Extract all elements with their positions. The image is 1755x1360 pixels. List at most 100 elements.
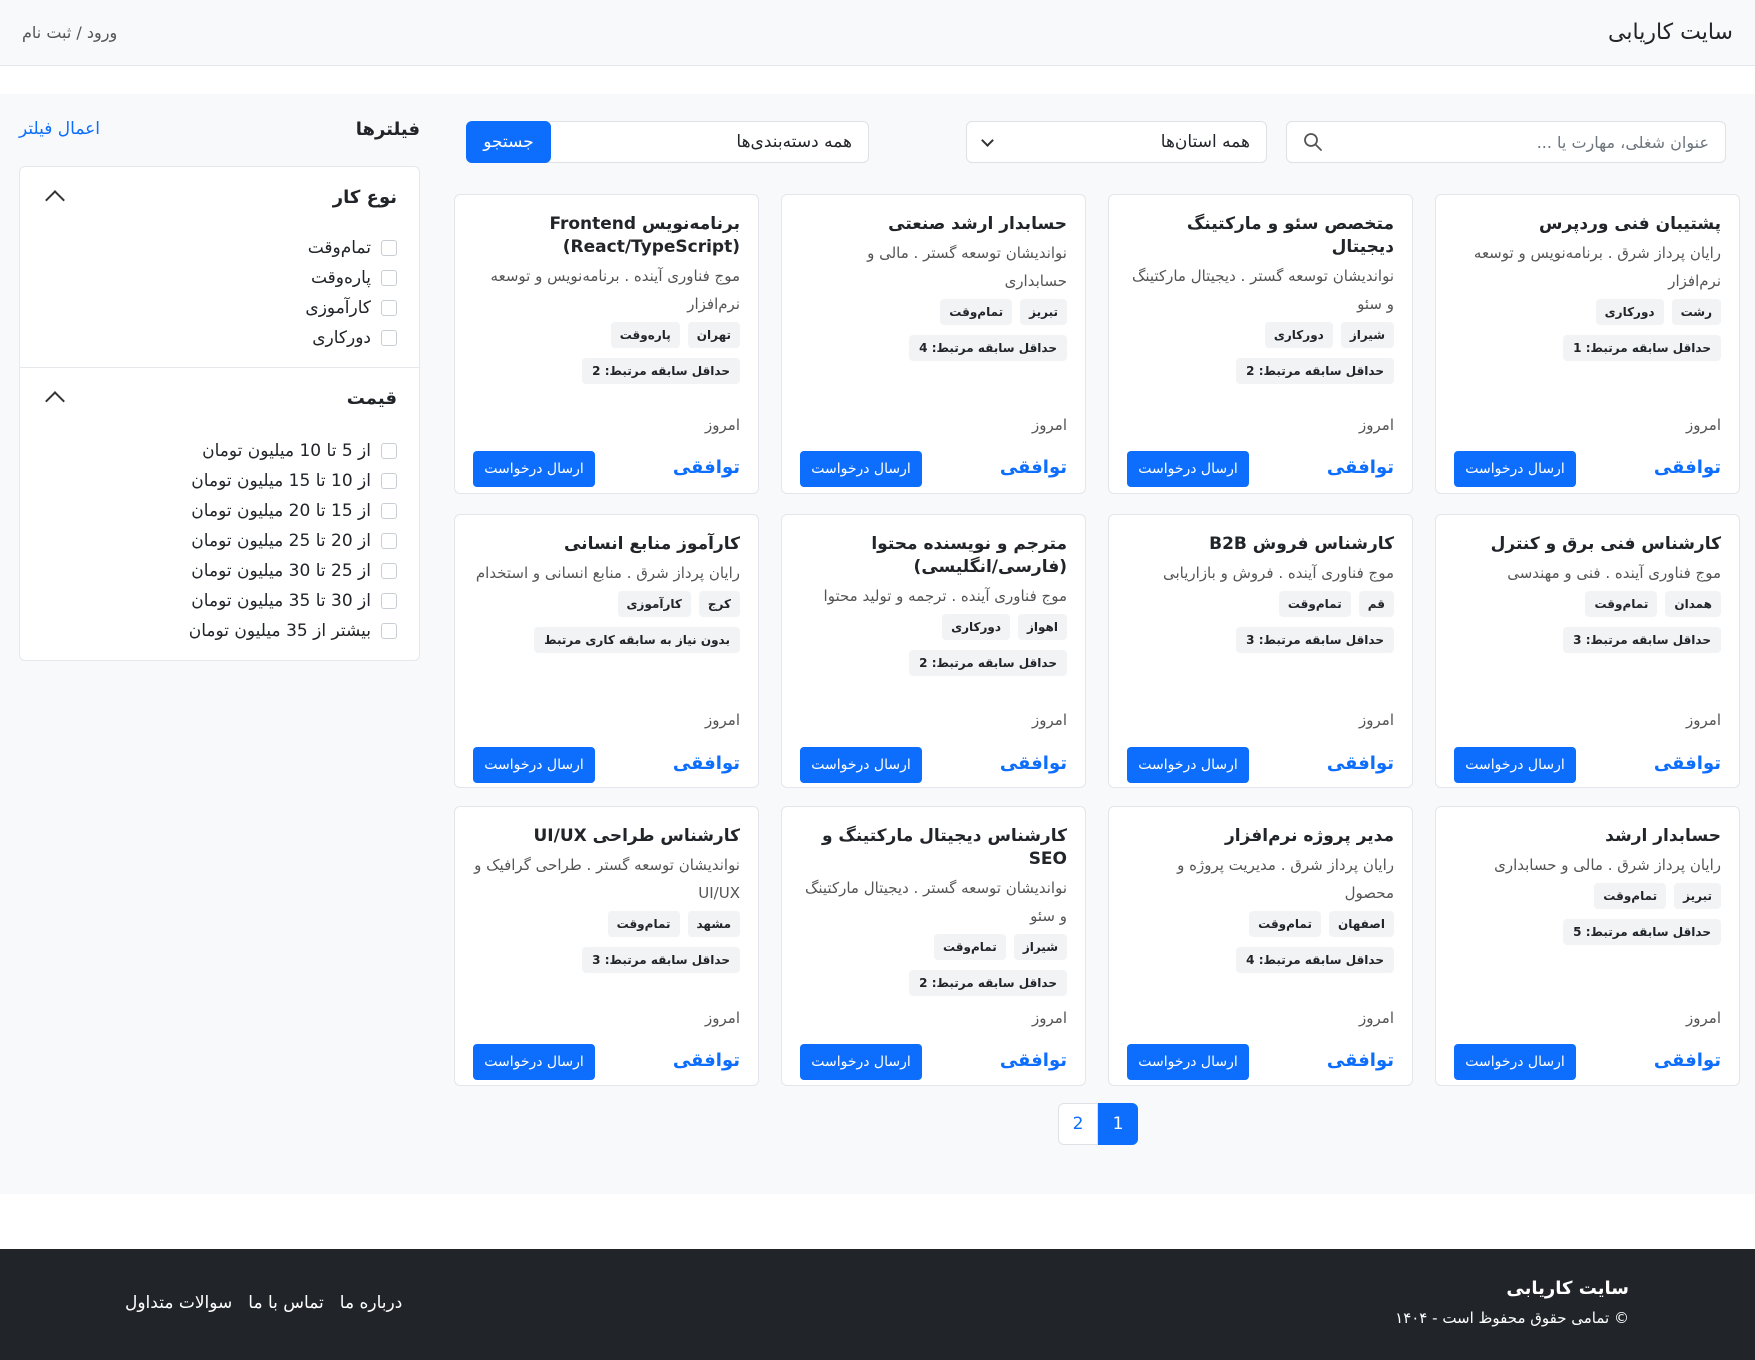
checkbox[interactable] xyxy=(381,240,397,256)
job-card[interactable]: مترجم و نویسنده محتوا (فارسی/انگلیسی) موج… xyxy=(781,514,1086,788)
send-application-button[interactable]: ارسال درخواست xyxy=(1127,1044,1249,1080)
job-title[interactable]: متخصص سئو و مارکتینگ دیجیتال xyxy=(1127,213,1394,259)
job-tags: رشت دورکاری xyxy=(1454,299,1721,325)
chevron-up-icon[interactable] xyxy=(45,190,65,210)
price-option[interactable]: از 30 تا 35 میلیون تومان xyxy=(42,586,397,616)
send-application-button[interactable]: ارسال درخواست xyxy=(800,1044,922,1080)
checkbox[interactable] xyxy=(381,533,397,549)
job-card[interactable]: کارشناس طراحی UI/UX نواندیشان توسعه گستر … xyxy=(454,806,759,1086)
checkbox[interactable] xyxy=(381,563,397,579)
job-card[interactable]: مدیر پروژه نرم‌افزار رایان پرداز شرق . مد… xyxy=(1108,806,1413,1086)
price-option[interactable]: از 25 تا 30 میلیون تومان xyxy=(42,556,397,586)
job-title[interactable]: کارشناس طراحی UI/UX xyxy=(473,825,740,848)
posted-date: امروز xyxy=(1359,416,1394,434)
job-card[interactable]: پشتیبان فنی وردپرس رایان پرداز شرق . برنا… xyxy=(1435,194,1740,494)
job-title[interactable]: حسابدار ارشد صنعتی xyxy=(800,213,1067,236)
option-label: کارآموزی xyxy=(305,298,371,318)
job-title[interactable]: مدیر پروژه نرم‌افزار xyxy=(1127,825,1394,848)
filters-title: فیلترها xyxy=(355,118,420,140)
experience-badge: حداقل سابقه مرتبط: 4 xyxy=(909,335,1067,361)
job-card[interactable]: کارشناس فروش B2B موج فناوری آینده . فروش … xyxy=(1108,514,1413,788)
city-tag: رشت xyxy=(1671,299,1721,325)
job-card[interactable]: کارشناس دیجیتال مارکتینگ و SEO نواندیشان … xyxy=(781,806,1086,1086)
footer-link-faq[interactable]: سوالات متداول xyxy=(125,1293,232,1313)
send-application-button[interactable]: ارسال درخواست xyxy=(473,451,595,487)
job-type-option[interactable]: کارآموزی xyxy=(42,293,397,323)
option-label: از 20 تا 25 میلیون تومان xyxy=(191,531,371,551)
page-2-button[interactable]: 2 xyxy=(1058,1103,1098,1145)
job-card[interactable]: حسابدار ارشد صنعتی نواندیشان توسعه گستر .… xyxy=(781,194,1086,494)
job-title[interactable]: پشتیبان فنی وردپرس xyxy=(1454,213,1721,236)
job-title[interactable]: کارشناس فنی برق و کنترل xyxy=(1454,533,1721,556)
page-1-button[interactable]: 1 xyxy=(1098,1103,1138,1145)
job-type-option[interactable]: دورکاری xyxy=(42,323,397,353)
option-label: پاره‌وقت xyxy=(310,268,371,288)
send-application-button[interactable]: ارسال درخواست xyxy=(1454,747,1576,783)
job-tags: شیراز دورکاری xyxy=(1127,322,1394,348)
job-card[interactable]: حسابدار ارشد رایان پرداز شرق . مالی و حسا… xyxy=(1435,806,1740,1086)
checkbox[interactable] xyxy=(381,330,397,346)
job-type-tag: دورکاری xyxy=(1595,299,1664,325)
province-select[interactable]: همه استان‌ها xyxy=(966,121,1267,163)
job-title[interactable]: کارآموز منابع انسانی xyxy=(473,533,740,556)
experience-badge: حداقل سابقه مرتبط: 4 xyxy=(1236,947,1394,973)
send-application-button[interactable]: ارسال درخواست xyxy=(800,747,922,783)
job-company: موج فناوری آینده . فنی و مهندسی xyxy=(1507,564,1721,582)
job-tags: تهران پاره‌وقت xyxy=(473,322,740,348)
search-button[interactable]: جستجو xyxy=(466,121,551,163)
posted-date: امروز xyxy=(1032,1009,1067,1027)
footer-link-about[interactable]: درباره ما xyxy=(340,1293,403,1313)
checkbox[interactable] xyxy=(381,593,397,609)
login-register-link[interactable]: ورود / ثبت نام xyxy=(22,23,117,42)
apply-filter-link[interactable]: اعمال فیلتر xyxy=(19,119,100,139)
option-label: از 15 تا 20 میلیون تومان xyxy=(191,501,371,521)
job-type-option[interactable]: تمام‌وقت xyxy=(42,233,397,263)
site-brand[interactable]: سایت کاریابی xyxy=(1608,20,1733,45)
send-application-button[interactable]: ارسال درخواست xyxy=(473,1044,595,1080)
chevron-up-icon[interactable] xyxy=(45,391,65,411)
checkbox[interactable] xyxy=(381,503,397,519)
price-option[interactable]: بیشتر از 35 میلیون تومان xyxy=(42,616,397,646)
job-title[interactable]: حسابدار ارشد xyxy=(1454,825,1721,848)
option-label: بیشتر از 35 میلیون تومان xyxy=(188,621,371,641)
checkbox[interactable] xyxy=(381,270,397,286)
job-company: رایان پرداز شرق . مالی و حسابداری xyxy=(1494,856,1721,874)
price-option[interactable]: از 15 تا 20 میلیون تومان xyxy=(42,496,397,526)
option-label: از 25 تا 30 میلیون تومان xyxy=(191,561,371,581)
job-card[interactable]: کارآموز منابع انسانی رایان پرداز شرق . من… xyxy=(454,514,759,788)
send-application-button[interactable]: ارسال درخواست xyxy=(1127,451,1249,487)
send-application-button[interactable]: ارسال درخواست xyxy=(1127,747,1249,783)
checkbox[interactable] xyxy=(381,473,397,489)
job-card[interactable]: کارشناس فنی برق و کنترل موج فناوری آینده … xyxy=(1435,514,1740,788)
footer-link-contact[interactable]: تماس با ما xyxy=(248,1293,324,1313)
job-tags: شیراز تمام‌وقت xyxy=(800,934,1067,960)
job-card[interactable]: برنامه‌نویس Frontend (React/TypeScript) م… xyxy=(454,194,759,494)
job-title[interactable]: کارشناس دیجیتال مارکتینگ و SEO xyxy=(800,825,1067,871)
job-tags: کرج کارآموزی xyxy=(473,591,740,617)
job-type-option[interactable]: پاره‌وقت xyxy=(42,263,397,293)
job-title[interactable]: مترجم و نویسنده محتوا (فارسی/انگلیسی) xyxy=(800,533,1067,579)
price-filter: قیمت از 5 تا 10 میلیون تومان از 10 تا 15… xyxy=(20,367,419,660)
job-title[interactable]: کارشناس فروش B2B xyxy=(1127,533,1394,556)
checkbox[interactable] xyxy=(381,300,397,316)
send-application-button[interactable]: ارسال درخواست xyxy=(1454,1044,1576,1080)
checkbox[interactable] xyxy=(381,623,397,639)
checkbox[interactable] xyxy=(381,443,397,459)
job-title[interactable]: برنامه‌نویس Frontend (React/TypeScript) xyxy=(473,213,740,259)
job-type-tag: تمام‌وقت xyxy=(1278,591,1351,617)
price-option[interactable]: از 5 تا 10 میلیون تومان xyxy=(42,436,397,466)
price-option[interactable]: از 20 تا 25 میلیون تومان xyxy=(42,526,397,556)
job-tags: همدان تمام‌وقت xyxy=(1454,591,1721,617)
city-tag: تبریز xyxy=(1674,883,1721,909)
posted-date: امروز xyxy=(1032,416,1067,434)
job-card[interactable]: متخصص سئو و مارکتینگ دیجیتال نواندیشان تو… xyxy=(1108,194,1413,494)
city-tag: کرج xyxy=(698,591,740,617)
send-application-button[interactable]: ارسال درخواست xyxy=(800,451,922,487)
price-option[interactable]: از 10 تا 15 میلیون تومان xyxy=(42,466,397,496)
search-input[interactable] xyxy=(1286,121,1726,163)
send-application-button[interactable]: ارسال درخواست xyxy=(473,747,595,783)
salary-label: توافقی xyxy=(1653,1050,1721,1071)
send-application-button[interactable]: ارسال درخواست xyxy=(1454,451,1576,487)
job-company: موج فناوری آینده . برنامه‌نویس و توسعه ن… xyxy=(490,267,740,313)
province-select-value: همه استان‌ها xyxy=(1160,132,1250,152)
